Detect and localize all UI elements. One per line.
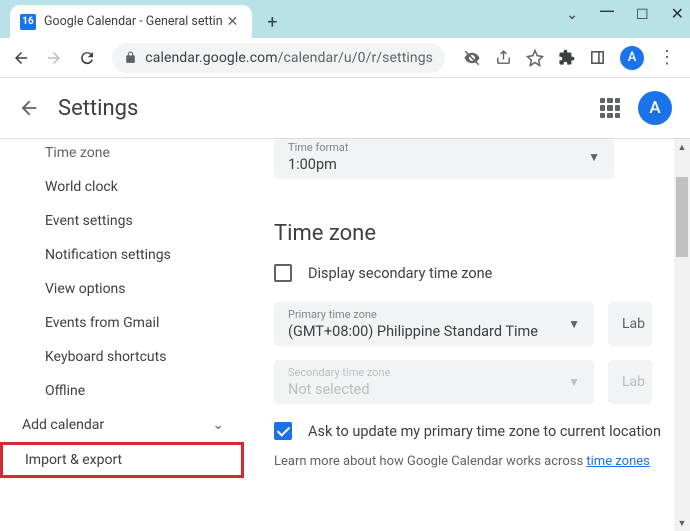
primary-tz-label-input[interactable]: Lab [608,302,652,346]
primary-timezone-dropdown[interactable]: Primary time zone (GMT+08:00) Philippine… [274,302,594,346]
chevron-down-icon: ⌄ [212,417,224,433]
content-area: Time zone World clock Event settings Not… [0,139,690,531]
address-bar[interactable]: calendar.google.com/calendar/u/0/r/setti… [112,43,445,73]
sidebar-item-view-options[interactable]: View options [0,272,244,306]
close-tab-icon[interactable]: ✕ [223,14,243,30]
tab-title: Google Calendar - General settin [44,14,223,29]
add-calendar-label: Add calendar [22,417,104,433]
settings-header: Settings A [0,78,690,138]
sidebar-item-event-settings[interactable]: Event settings [0,204,244,238]
dropdown-arrow-icon: ▼ [568,375,580,389]
secondary-timezone-dropdown: Secondary time zone Not selected ▼ [274,360,594,404]
import-export-label: Import & export [25,452,122,468]
ask-update-label: Ask to update my primary time zone to cu… [308,423,661,440]
dropdown-arrow-icon: ▼ [568,317,580,331]
secondary-tz-label-input: Lab [608,360,652,404]
primary-tz-label: Primary time zone [288,308,538,321]
primary-tz-value: (GMT+08:00) Philippine Standard Time [288,323,538,340]
toolbar-actions: A ⋮ [457,46,682,70]
time-format-value: 1:00pm [288,156,337,173]
display-secondary-label: Display secondary time zone [308,265,492,282]
close-window-button[interactable]: ✕ [671,4,684,24]
display-secondary-checkbox[interactable] [274,264,292,282]
browser-tab[interactable]: 16 Google Calendar - General settin ✕ [10,5,252,38]
sidebar-item-offline[interactable]: Offline [0,374,244,408]
reload-button[interactable] [74,44,101,72]
time-format-dropdown[interactable]: Time format 1:00pm ▼ [274,139,614,179]
dropdown-arrow-icon: ▼ [588,150,600,164]
timezone-section-heading: Time zone [274,221,690,246]
ask-update-row: Ask to update my primary time zone to cu… [274,422,690,440]
learn-more-text: Learn more about how Google Calendar wor… [274,454,690,469]
sidebar-item-add-calendar[interactable]: Add calendar ⌄ [0,408,244,442]
back-arrow-icon[interactable] [18,97,40,119]
apps-grid-icon[interactable] [600,98,620,118]
time-format-label: Time format [288,141,349,154]
settings-sidebar: Time zone World clock Event settings Not… [0,139,244,531]
menu-icon[interactable]: ⋮ [658,47,676,68]
profile-avatar[interactable]: A [620,46,644,70]
page-title: Settings [58,96,600,121]
scroll-down-arrow[interactable]: ▼ [674,515,690,531]
sidebar-item-world-clock[interactable]: World clock [0,170,244,204]
scrollbar[interactable]: ▲ ▼ [674,139,690,531]
scroll-up-arrow[interactable]: ▲ [674,139,690,155]
account-avatar[interactable]: A [638,91,672,125]
timezones-link[interactable]: time zones [586,454,649,469]
back-button[interactable] [8,44,35,72]
calendar-favicon: 16 [20,14,36,30]
reading-list-icon[interactable] [589,49,606,66]
sidebar-item-keyboard-shortcuts[interactable]: Keyboard shortcuts [0,340,244,374]
ask-update-checkbox[interactable] [274,422,292,440]
sidebar-item-notification-settings[interactable]: Notification settings [0,238,244,272]
browser-titlebar: 16 Google Calendar - General settin ✕ + … [0,0,690,38]
url-text: calendar.google.com/calendar/u/0/r/setti… [145,50,433,66]
lock-icon [124,51,137,64]
eye-icon[interactable] [463,49,481,67]
secondary-tz-value: Not selected [288,381,370,398]
secondary-tz-label: Secondary time zone [288,366,390,379]
browser-toolbar: calendar.google.com/calendar/u/0/r/setti… [0,38,690,78]
settings-main: Time format 1:00pm ▼ Time zone Display s… [244,139,690,531]
extensions-icon[interactable] [558,49,575,66]
sidebar-item-import-export[interactable]: Import & export [0,442,244,478]
chevron-down-icon[interactable]: ⌄ [566,6,578,23]
maximize-button[interactable]: ☐ [636,6,649,23]
new-tab-button[interactable]: + [258,8,286,36]
scrollbar-thumb[interactable] [676,177,688,257]
window-controls: ⌄ — ☐ ✕ [566,4,684,24]
sidebar-item-events-from-gmail[interactable]: Events from Gmail [0,306,244,340]
star-icon[interactable] [526,49,544,67]
display-secondary-row: Display secondary time zone [274,264,690,282]
forward-button[interactable] [41,44,68,72]
minimize-button[interactable]: — [600,2,614,18]
share-icon[interactable] [495,49,512,66]
sidebar-item-timezone[interactable]: Time zone [0,143,244,170]
